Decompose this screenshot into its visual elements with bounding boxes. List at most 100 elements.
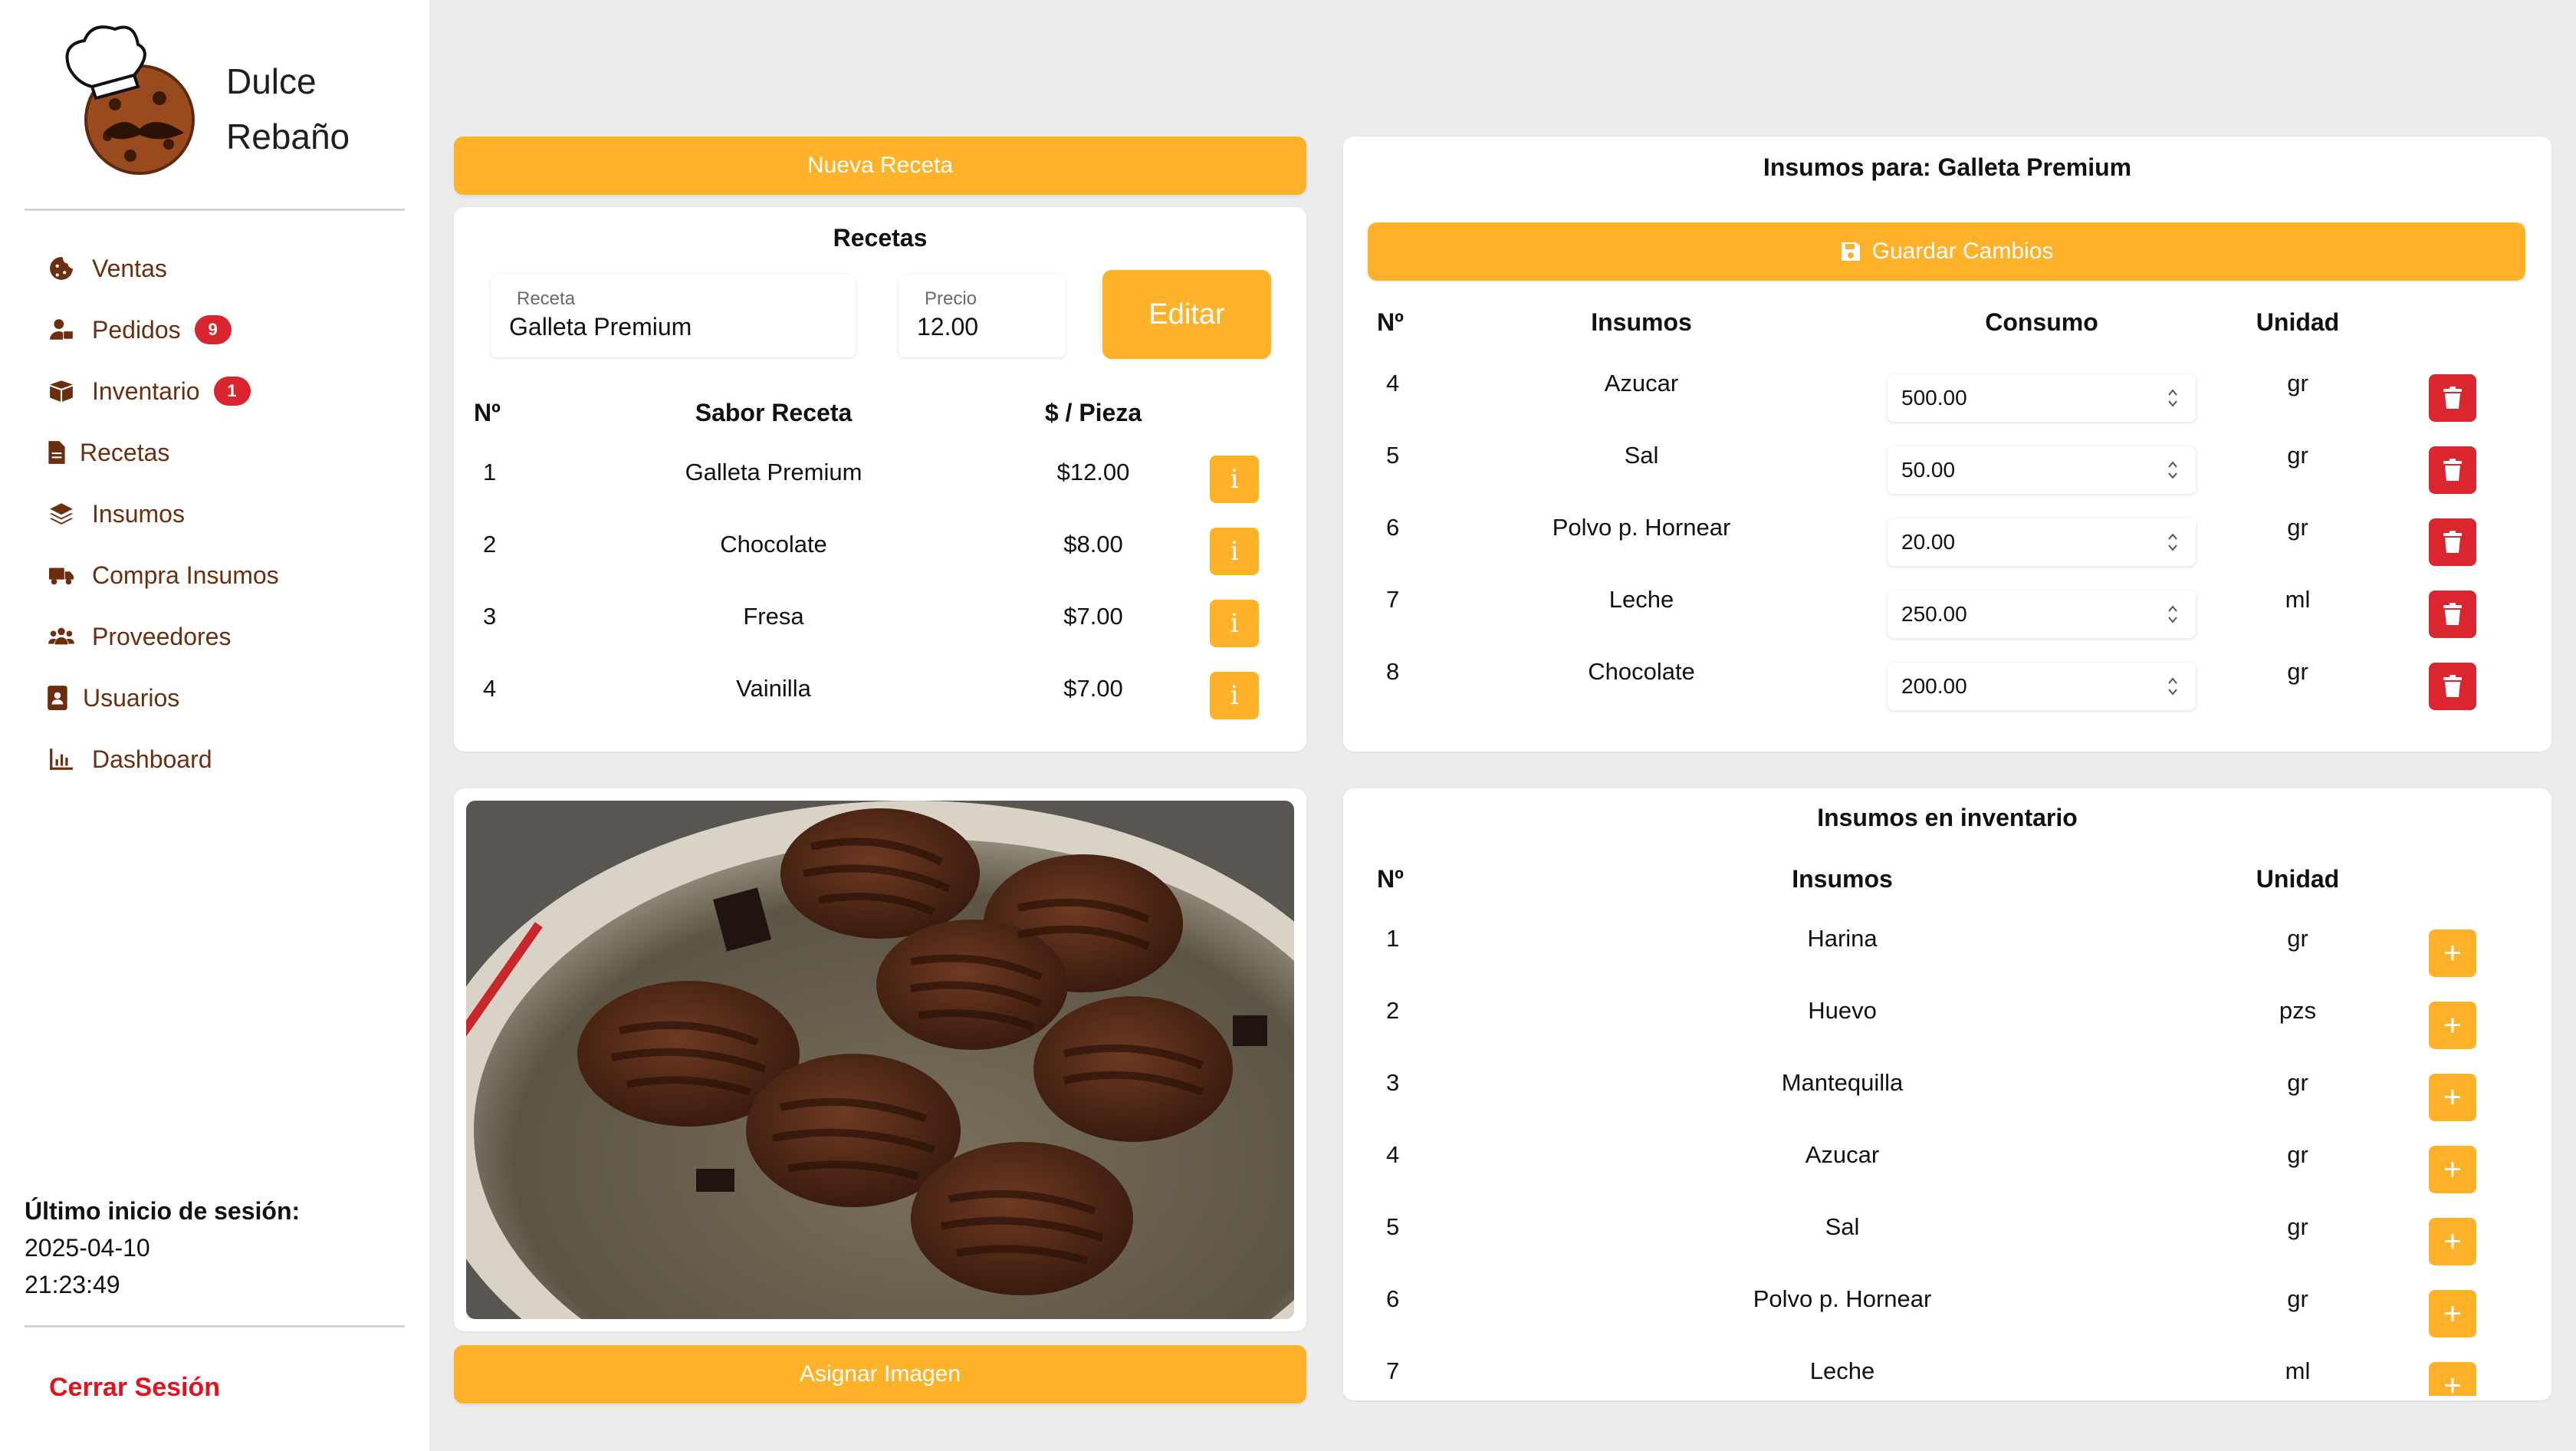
trash-icon (2443, 459, 2462, 481)
sidebar-item-insumos[interactable]: Insumos (46, 483, 399, 545)
inventory-table-body[interactable]: 1 Harina gr + 2 Huevo pzs + 3 Mantequill… (1343, 911, 2551, 1396)
sidebar-item-ventas[interactable]: Ventas (46, 238, 399, 299)
recipe-supplies-title: Insumos para: Galleta Premium (1763, 153, 2132, 181)
brand-name-line1: Dulce (226, 61, 317, 101)
new-recipe-button[interactable]: Nueva Receta (454, 137, 1306, 195)
address-book-icon (46, 683, 71, 713)
row-supply: Sal (1825, 1213, 1860, 1240)
consumption-input[interactable]: 20.00 (1888, 518, 2196, 566)
row-supply: Polvo p. Hornear (1753, 1285, 1932, 1312)
info-button[interactable]: i (1210, 600, 1259, 647)
row-unit: pzs (2279, 997, 2317, 1024)
sidebar-item-dashboard[interactable]: Dashboard (46, 729, 399, 790)
row-supply: Polvo p. Hornear (1552, 514, 1731, 541)
row-unit: gr (2287, 370, 2308, 396)
delete-supply-button[interactable] (2429, 663, 2476, 710)
add-supply-button[interactable]: + (2429, 1146, 2476, 1193)
add-supply-button[interactable]: + (2429, 929, 2476, 977)
row-flavor: Vainilla (736, 675, 811, 702)
sidebar-item-usuarios[interactable]: Usuarios (46, 667, 399, 729)
logout-link[interactable]: Cerrar Sesión (49, 1373, 220, 1403)
sidebar-item-label: Dashboard (92, 745, 212, 773)
row-price: $7.00 (1063, 603, 1123, 630)
spinner-arrows-icon[interactable] (2167, 459, 2179, 482)
add-supply-button[interactable]: + (2429, 1290, 2476, 1337)
recipe-name-value: Galleta Premium (509, 313, 692, 341)
add-supply-button[interactable]: + (2429, 1362, 2476, 1396)
consumption-value: 20.00 (1901, 530, 1956, 554)
spinner-arrows-icon[interactable] (2167, 603, 2179, 626)
row-price: $7.00 (1063, 675, 1123, 702)
recipe-name-field[interactable]: Receta Galleta Premium (491, 275, 856, 357)
col-header-flavor: Sabor Receta (695, 399, 853, 426)
consumption-input[interactable]: 500.00 (1888, 374, 2196, 422)
add-supply-button[interactable]: + (2429, 1002, 2476, 1049)
info-button[interactable]: i (1210, 528, 1259, 575)
sidebar-item-pedidos[interactable]: Pedidos 9 (46, 299, 399, 360)
row-supply: Huevo (1808, 997, 1877, 1024)
floppy-disk-icon (1841, 242, 1860, 261)
consumption-input[interactable]: 50.00 (1888, 446, 2196, 494)
spinner-arrows-icon[interactable] (2167, 531, 2179, 554)
consumption-value: 200.00 (1901, 674, 1967, 698)
row-num: 5 (1386, 442, 1400, 469)
edit-recipe-button[interactable]: Editar (1102, 270, 1271, 359)
col-header-unit: Unidad (2256, 308, 2340, 336)
row-unit: gr (2287, 1069, 2308, 1096)
row-num: 4 (1386, 370, 1400, 396)
cookie-chef-logo (65, 25, 195, 175)
consumption-input[interactable]: 200.00 (1888, 663, 2196, 710)
recipe-price-field[interactable]: Precio 12.00 (899, 275, 1066, 357)
col-header-num: Nº (1377, 308, 1404, 336)
save-changes-button[interactable]: Guardar Cambios (1368, 222, 2525, 281)
row-num: 4 (1386, 1141, 1400, 1168)
row-num: 8 (1386, 658, 1400, 685)
file-icon (46, 437, 67, 468)
inventario-count-badge: 1 (213, 377, 251, 406)
spinner-arrows-icon[interactable] (2167, 387, 2179, 410)
row-num: 7 (1386, 586, 1400, 613)
recipes-card: Recetas Receta Galleta Premium Precio 12… (454, 207, 1306, 752)
row-supply: Azucar (1805, 1141, 1880, 1168)
sidebar-item-recetas[interactable]: Recetas (46, 422, 399, 483)
delete-supply-button[interactable] (2429, 446, 2476, 494)
delete-supply-button[interactable] (2429, 591, 2476, 638)
add-supply-button[interactable]: + (2429, 1074, 2476, 1121)
row-unit: gr (2287, 1141, 2308, 1168)
row-supply: Leche (1608, 586, 1674, 613)
sidebar-item-proveedores[interactable]: Proveedores (46, 606, 399, 667)
sidebar-item-label: Inventario (92, 377, 200, 405)
cookie-icon (46, 253, 77, 284)
consumption-value: 500.00 (1901, 386, 1967, 410)
spinner-arrows-icon[interactable] (2167, 675, 2179, 698)
assign-image-button[interactable]: Asignar Imagen (454, 1345, 1306, 1403)
inventory-supplies-card: Insumos en inventario Nº Insumos Unidad … (1343, 788, 2551, 1400)
sidebar-item-label: Pedidos (92, 315, 181, 344)
info-button[interactable]: i (1210, 456, 1259, 503)
row-num: 1 (483, 459, 497, 485)
row-supply: Azucar (1604, 370, 1679, 396)
col-header-supply: Insumos (1591, 308, 1692, 336)
brand[interactable]: Dulce Rebaño (61, 21, 368, 183)
delete-supply-button[interactable] (2429, 518, 2476, 566)
recipe-name-label: Receta (517, 288, 576, 309)
sidebar-item-compra-insumos[interactable]: Compra Insumos (46, 545, 399, 606)
row-unit: gr (2287, 442, 2308, 469)
add-supply-button[interactable]: + (2429, 1218, 2476, 1265)
sidebar-item-label: Compra Insumos (92, 561, 279, 589)
delete-supply-button[interactable] (2429, 374, 2476, 422)
col-header-num: Nº (1377, 865, 1404, 893)
row-flavor: Galleta Premium (685, 459, 863, 485)
row-supply: Chocolate (1588, 658, 1695, 685)
save-changes-label: Guardar Cambios (1871, 239, 2054, 264)
row-price: $8.00 (1063, 531, 1123, 558)
sidebar-item-label: Proveedores (92, 622, 232, 650)
boxes-icon (46, 376, 77, 406)
info-button[interactable]: i (1210, 672, 1259, 719)
col-header-num: Nº (474, 399, 501, 426)
sidebar-item-inventario[interactable]: Inventario 1 (46, 360, 399, 422)
consumption-value: 50.00 (1901, 458, 1956, 482)
recipe-price-label: Precio (925, 288, 978, 309)
consumption-input[interactable]: 250.00 (1888, 591, 2196, 638)
trash-icon (2443, 603, 2462, 625)
